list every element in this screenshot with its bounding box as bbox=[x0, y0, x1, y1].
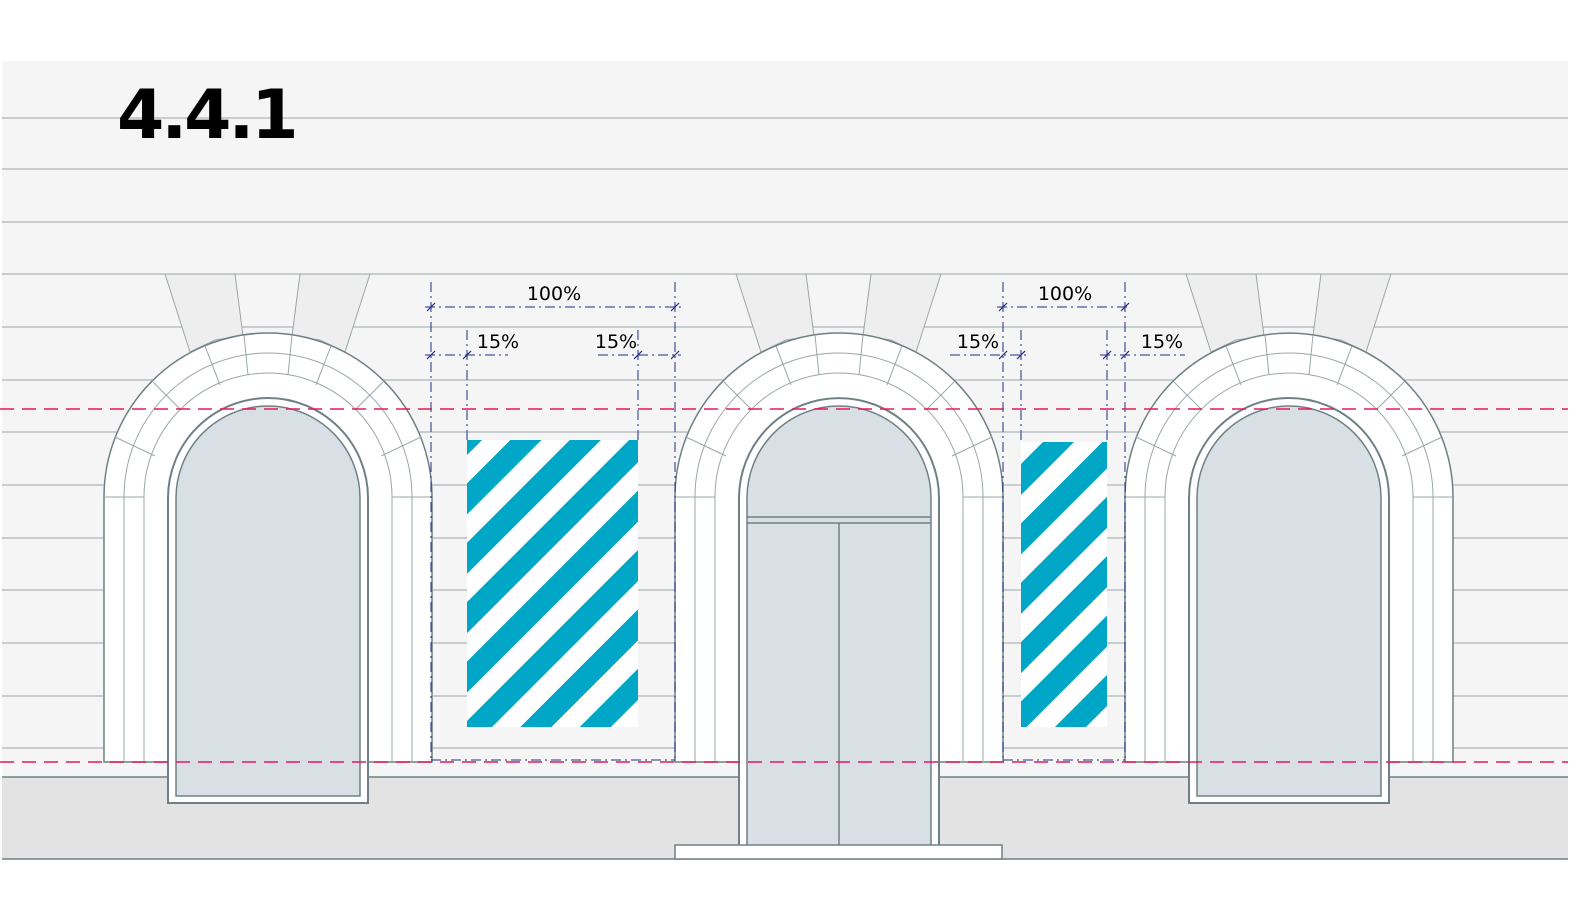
label-left-total: 100% bbox=[527, 283, 581, 305]
label-right-margin-right: 15% bbox=[1141, 331, 1183, 353]
section-number: 4.4.1 bbox=[117, 76, 299, 155]
label-right-total: 100% bbox=[1038, 283, 1092, 305]
sign-area-right bbox=[1021, 442, 1107, 727]
label-left-margin-left: 15% bbox=[477, 331, 519, 353]
label-left-margin-right: 15% bbox=[595, 331, 637, 353]
door-step bbox=[674, 844, 1003, 860]
sign-area-left bbox=[467, 440, 638, 727]
label-right-margin-left: 15% bbox=[957, 331, 999, 353]
